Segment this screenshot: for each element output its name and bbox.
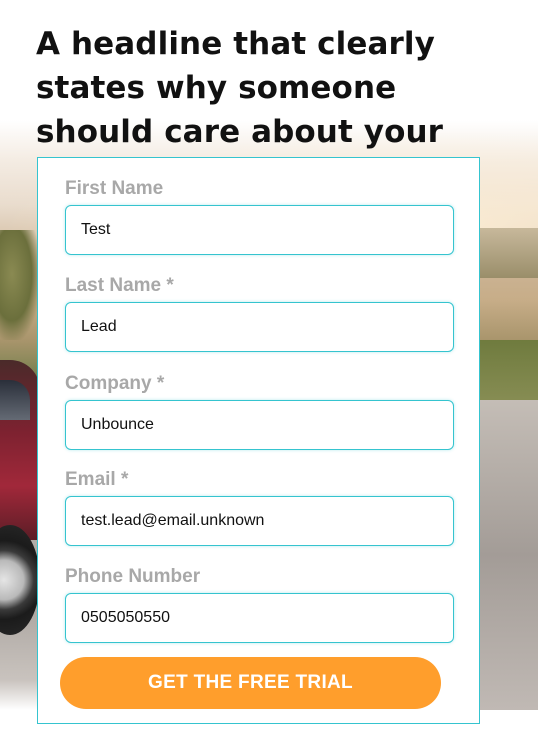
background-car <box>0 360 40 660</box>
first-name-field[interactable] <box>65 205 454 255</box>
get-free-trial-button[interactable]: GET THE FREE TRIAL <box>60 657 441 709</box>
email-field[interactable] <box>65 496 454 546</box>
first-name-label: First Name <box>65 178 164 199</box>
email-label: Email * <box>65 469 129 490</box>
company-label: Company * <box>65 373 165 394</box>
phone-number-field[interactable] <box>65 593 454 643</box>
lead-form: First Name Last Name * Company * Email *… <box>37 157 480 724</box>
background-road <box>478 400 538 710</box>
background-trees <box>0 230 40 340</box>
company-field[interactable] <box>65 400 454 450</box>
last-name-label: Last Name * <box>65 275 174 296</box>
last-name-field[interactable] <box>65 302 454 352</box>
phone-number-label: Phone Number <box>65 566 201 587</box>
background-field <box>478 228 538 278</box>
car-wheel <box>0 525 40 635</box>
